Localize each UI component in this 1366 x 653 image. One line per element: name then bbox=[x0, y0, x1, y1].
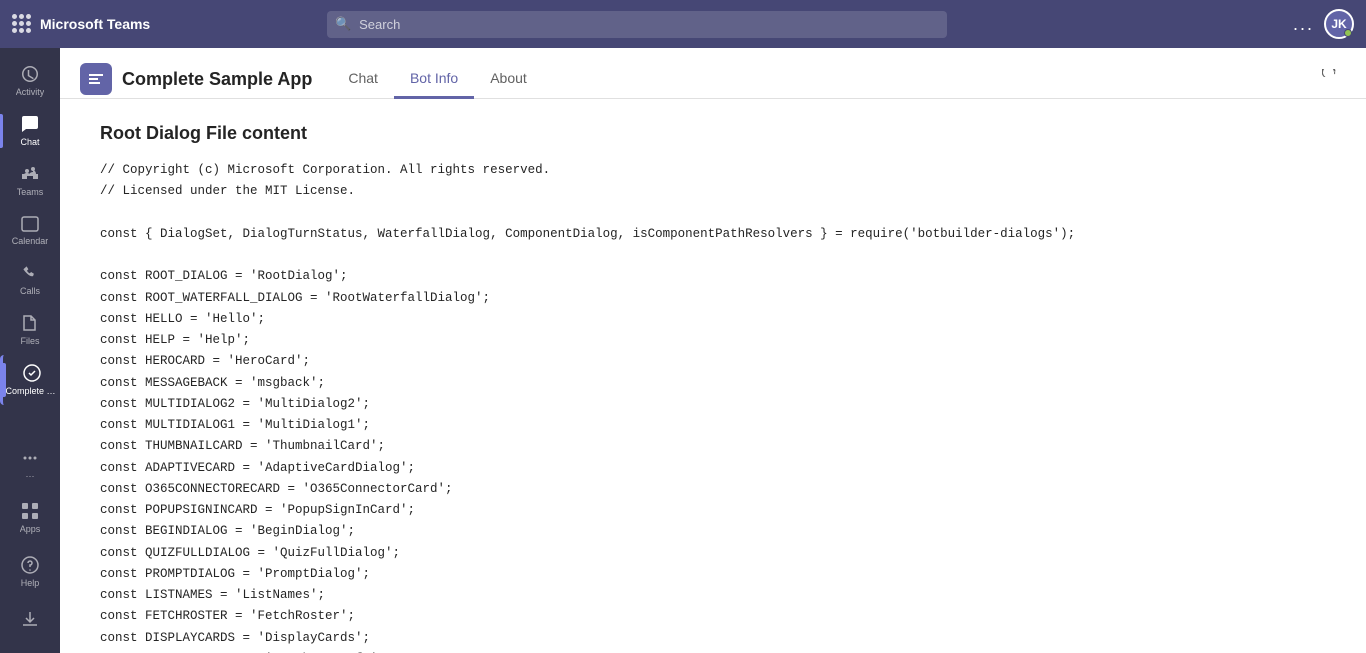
apps-icon bbox=[20, 501, 40, 521]
tab-chat[interactable]: Chat bbox=[332, 60, 394, 99]
refresh-button[interactable] bbox=[1314, 61, 1346, 98]
sidebar-item-more[interactable]: ··· bbox=[16, 440, 45, 490]
avatar-initials: JK bbox=[1331, 17, 1346, 31]
top-bar-left: Microsoft Teams bbox=[12, 14, 150, 34]
sidebar-item-download[interactable] bbox=[16, 601, 45, 637]
sidebar-item-apps[interactable]: Apps bbox=[16, 493, 45, 543]
sidebar-item-activity-label: Activity bbox=[16, 87, 45, 98]
code-section-title: Root Dialog File content bbox=[100, 123, 1326, 144]
content-area: Complete Sample App Chat Bot Info About … bbox=[60, 48, 1366, 653]
avatar[interactable]: JK bbox=[1324, 9, 1354, 39]
activity-icon bbox=[20, 64, 40, 84]
calls-icon bbox=[20, 263, 40, 283]
sidebar-item-apps-label: Apps bbox=[20, 524, 41, 535]
sidebar-item-calendar[interactable]: Calendar bbox=[0, 205, 60, 255]
top-bar-right: ... JK bbox=[1293, 9, 1354, 39]
search-icon: 🔍 bbox=[335, 16, 351, 32]
refresh-icon bbox=[1322, 69, 1338, 85]
help-icon bbox=[20, 555, 40, 575]
app-title: Complete Sample App bbox=[122, 69, 312, 90]
avatar-status-indicator bbox=[1344, 29, 1352, 37]
sidebar-item-complete[interactable]: Complete S... bbox=[0, 355, 60, 405]
brand-name: Microsoft Teams bbox=[40, 16, 150, 32]
more-icon bbox=[20, 448, 40, 468]
sidebar-item-more-label: ··· bbox=[25, 471, 34, 482]
sidebar-item-help[interactable]: Help bbox=[16, 547, 45, 597]
sidebar-item-teams[interactable]: Teams bbox=[0, 156, 60, 206]
sidebar-item-activity[interactable]: Activity bbox=[0, 56, 60, 106]
download-icon bbox=[20, 609, 40, 629]
sidebar-item-chat[interactable]: Chat bbox=[0, 106, 60, 156]
sidebar: Activity Chat Teams Calendar Ca bbox=[0, 48, 60, 653]
sidebar-item-calls[interactable]: Calls bbox=[0, 255, 60, 305]
more-options-button[interactable]: ... bbox=[1293, 14, 1314, 35]
sidebar-item-chat-label: Chat bbox=[20, 137, 39, 148]
complete-app-icon bbox=[22, 363, 42, 383]
sidebar-item-calendar-label: Calendar bbox=[12, 236, 49, 247]
sidebar-item-help-label: Help bbox=[21, 578, 40, 589]
files-icon bbox=[20, 313, 40, 333]
teams-icon bbox=[20, 164, 40, 184]
main-area: Activity Chat Teams Calendar Ca bbox=[0, 48, 1366, 653]
calendar-icon bbox=[20, 213, 40, 233]
app-icon bbox=[80, 63, 112, 95]
apps-grid-icon[interactable] bbox=[12, 14, 32, 34]
app-tabs: Chat Bot Info About bbox=[332, 60, 542, 98]
tab-botinfo[interactable]: Bot Info bbox=[394, 60, 474, 99]
search-input[interactable] bbox=[327, 11, 947, 38]
search-bar: 🔍 bbox=[327, 11, 947, 38]
code-block: // Copyright (c) Microsoft Corporation. … bbox=[100, 160, 1326, 653]
sidebar-item-teams-label: Teams bbox=[17, 187, 44, 198]
tab-about[interactable]: About bbox=[474, 60, 543, 99]
sidebar-item-files[interactable]: Files bbox=[0, 305, 60, 355]
chat-icon bbox=[20, 114, 40, 134]
code-content: Root Dialog File content // Copyright (c… bbox=[60, 99, 1366, 653]
sidebar-item-files-label: Files bbox=[20, 336, 39, 347]
app-icon-svg bbox=[86, 69, 106, 89]
app-header: Complete Sample App Chat Bot Info About bbox=[60, 48, 1366, 99]
sidebar-item-calls-label: Calls bbox=[20, 286, 40, 297]
top-bar: Microsoft Teams 🔍 ... JK bbox=[0, 0, 1366, 48]
sidebar-item-complete-label: Complete S... bbox=[6, 386, 58, 397]
sidebar-bottom: ··· Apps Help bbox=[16, 440, 45, 645]
